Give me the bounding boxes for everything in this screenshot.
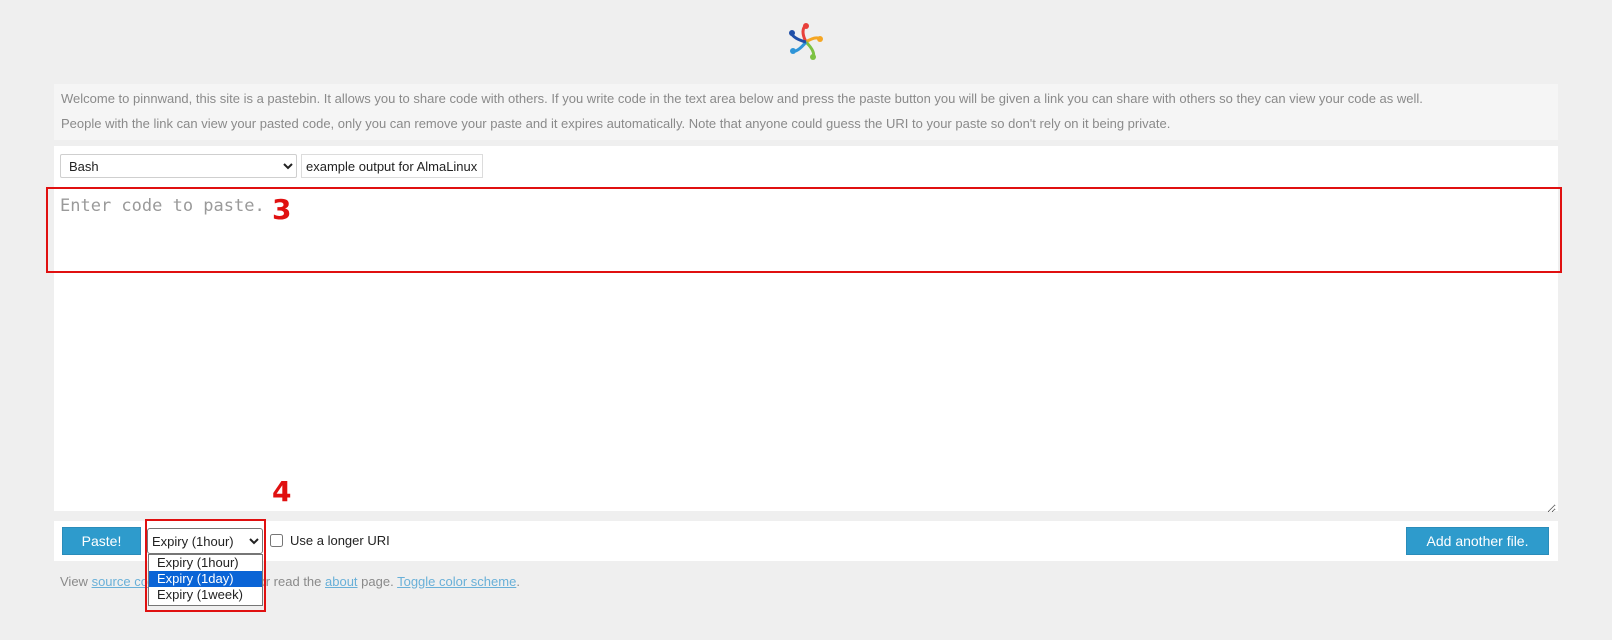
logo-flower-icon (789, 23, 823, 60)
longer-uri-label: Use a longer URI (290, 533, 390, 548)
footer-page: page. (357, 574, 398, 589)
intro-text-line-2: People with the link can view your paste… (61, 116, 1171, 131)
paste-controls-bar: Paste! Expiry (1hour) Use a longer URI A… (54, 521, 1558, 561)
filename-input[interactable] (301, 154, 483, 178)
intro-text-line-1: Welcome to pinnwand, this site is a past… (61, 91, 1423, 106)
footer-end: . (516, 574, 520, 589)
footer-text: View source coxpiry stories, or read the… (60, 574, 520, 589)
about-link[interactable]: about (325, 574, 358, 589)
annotation-label-4: 4 (272, 475, 292, 508)
annotation-label-3: 3 (272, 193, 292, 226)
add-file-button[interactable]: Add another file. (1406, 527, 1549, 555)
toggle-color-scheme-link[interactable]: Toggle color scheme (397, 574, 516, 589)
intro-panel: Welcome to pinnwand, this site is a past… (54, 84, 1558, 140)
longer-uri-checkbox[interactable] (270, 534, 283, 547)
footer-view: View (60, 574, 92, 589)
pinnwand-logo (786, 22, 826, 62)
longer-uri-toggle[interactable]: Use a longer URI (270, 533, 390, 548)
source-code-link[interactable]: source co (92, 574, 148, 589)
paste-button[interactable]: Paste! (62, 527, 141, 555)
lexer-select[interactable]: Bash (60, 154, 297, 178)
annotation-box-4 (145, 519, 266, 612)
